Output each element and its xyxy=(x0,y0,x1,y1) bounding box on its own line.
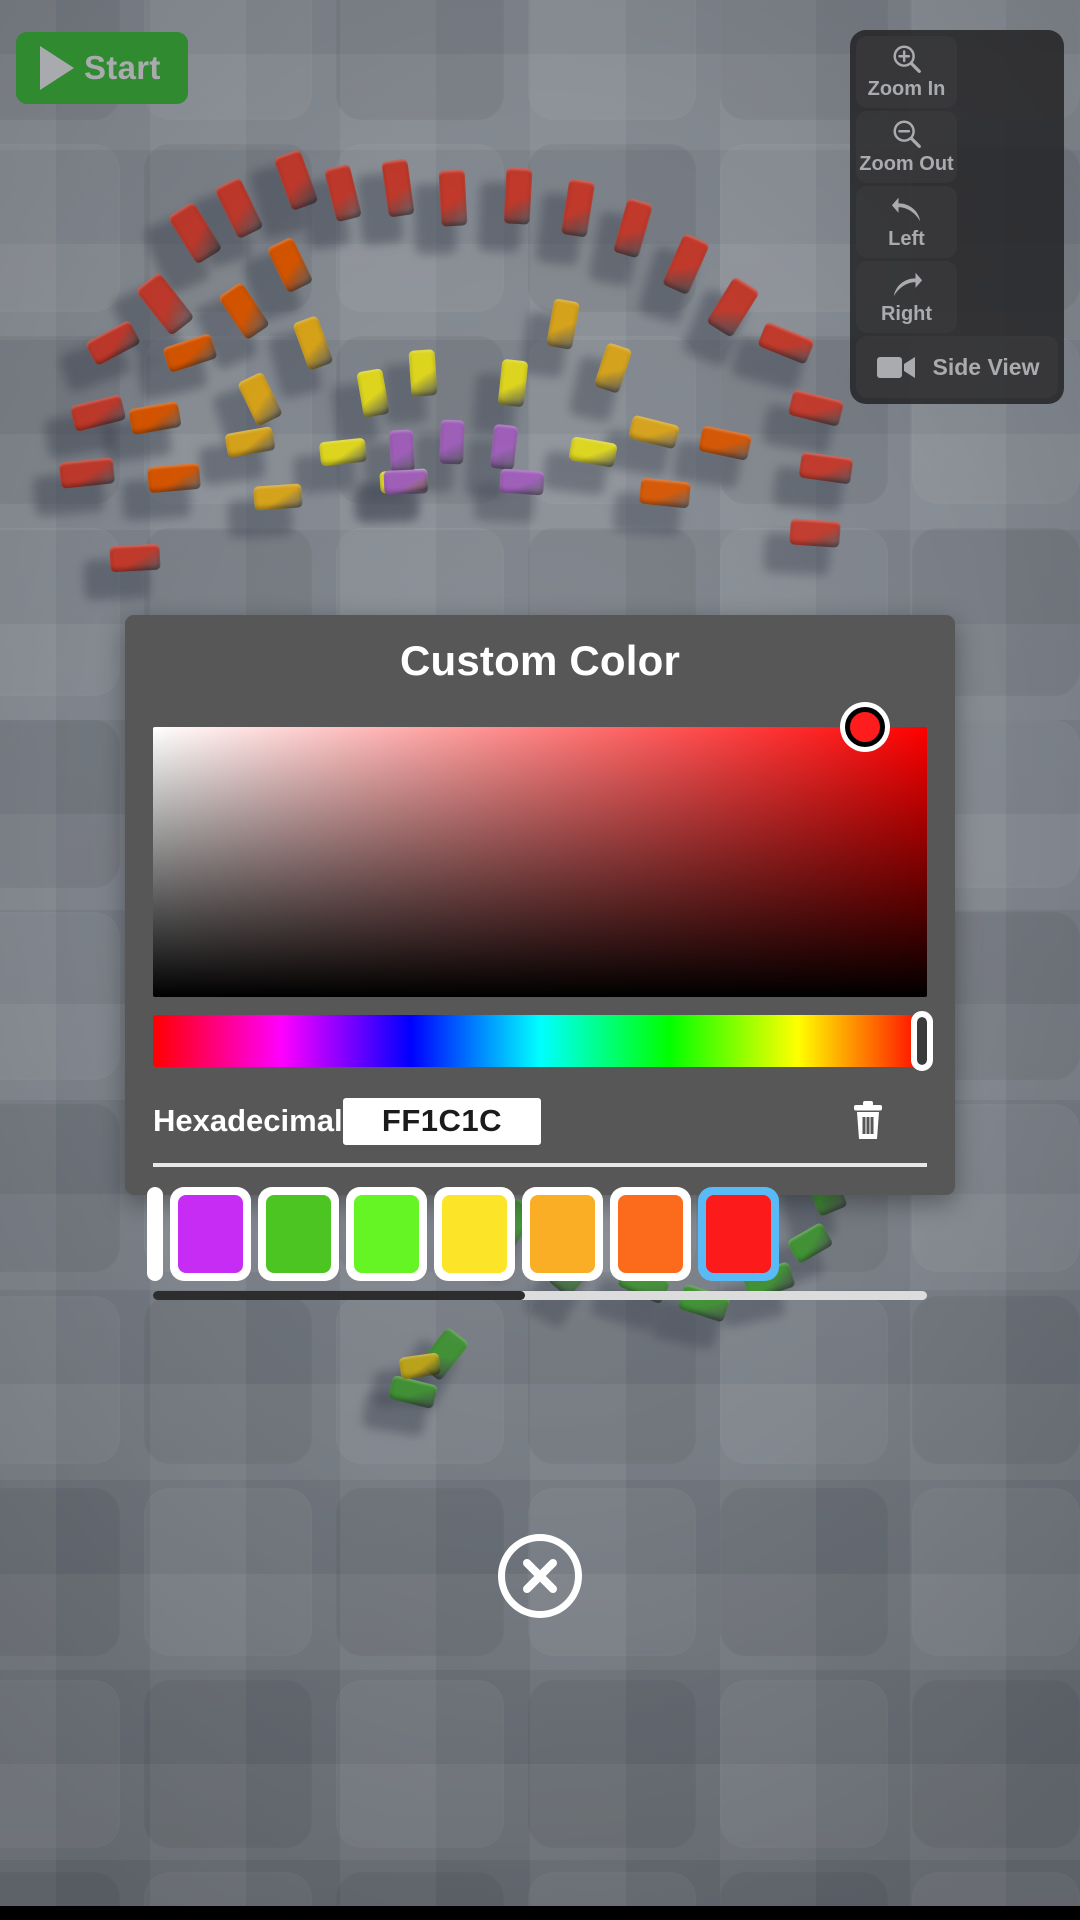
swatch-color-fill xyxy=(178,1195,243,1273)
rotate-left-icon xyxy=(891,197,920,222)
domino xyxy=(503,167,533,225)
color-swatch-strip[interactable] xyxy=(147,1183,933,1285)
domino xyxy=(638,477,692,509)
domino xyxy=(489,423,519,471)
side-view-label: Side View xyxy=(932,353,1040,380)
swatch-partial-left[interactable] xyxy=(147,1187,163,1281)
swatch-scrollbar[interactable] xyxy=(153,1291,927,1300)
swatch-color-fill xyxy=(618,1195,683,1273)
rotate-right-icon xyxy=(893,272,922,297)
domino xyxy=(253,483,303,511)
swatch-color-fill xyxy=(354,1195,419,1273)
zoom-in-button[interactable]: Zoom In xyxy=(856,36,957,108)
saturation-value-picker[interactable] xyxy=(153,707,927,997)
swatch-scrollbar-thumb[interactable] xyxy=(153,1291,525,1300)
zoom-in-icon xyxy=(892,45,921,73)
start-button-label: Start xyxy=(84,49,161,86)
bottom-bar xyxy=(0,1906,1080,1920)
swatch-amber[interactable] xyxy=(522,1187,603,1281)
domino xyxy=(499,468,545,496)
swatch-magenta[interactable] xyxy=(170,1187,251,1281)
swatch-color-fill xyxy=(706,1195,771,1273)
rotate-right-button[interactable]: Right xyxy=(856,261,957,333)
domino xyxy=(318,437,368,467)
hue-slider-handle[interactable] xyxy=(911,1011,933,1071)
domino xyxy=(789,518,841,548)
trash-icon xyxy=(854,1101,882,1139)
swatch-light-green[interactable] xyxy=(346,1187,427,1281)
domino xyxy=(438,169,468,227)
custom-color-dialog: Custom Color Hexadecimal xyxy=(125,615,955,1300)
rotate-left-label: Left xyxy=(888,228,925,250)
domino xyxy=(439,419,465,465)
domino xyxy=(109,543,161,573)
domino xyxy=(408,349,438,397)
camera-control-panel: Zoom In Zoom Out Left Right Side View xyxy=(850,30,1064,404)
swatch-red[interactable] xyxy=(698,1187,779,1281)
swatch-color-fill xyxy=(442,1195,507,1273)
hue-slider[interactable] xyxy=(153,1011,933,1071)
swatch-orange[interactable] xyxy=(610,1187,691,1281)
start-button[interactable]: Start xyxy=(16,32,188,104)
domino xyxy=(388,429,416,473)
domino xyxy=(146,462,202,494)
zoom-out-button[interactable]: Zoom Out xyxy=(856,111,957,183)
sv-picker-handle[interactable] xyxy=(845,707,886,747)
hexadecimal-input[interactable] xyxy=(343,1097,541,1145)
domino xyxy=(383,469,429,495)
video-camera-icon xyxy=(876,357,915,378)
hexadecimal-label: Hexadecimal xyxy=(153,1103,343,1138)
close-button[interactable] xyxy=(498,1534,582,1618)
play-icon xyxy=(40,46,74,90)
domino xyxy=(497,358,529,408)
rotate-left-button[interactable]: Left xyxy=(856,186,957,258)
zoom-out-icon xyxy=(892,120,921,148)
dialog-title: Custom Color xyxy=(399,637,681,684)
dialog-divider xyxy=(153,1163,927,1167)
swatch-yellow[interactable] xyxy=(434,1187,515,1281)
zoom-out-label: Zoom Out xyxy=(859,153,954,175)
zoom-in-label: Zoom In xyxy=(867,78,946,100)
rotate-right-label: Right xyxy=(880,303,933,325)
delete-color-button[interactable] xyxy=(845,1096,891,1146)
close-x-icon xyxy=(523,1559,557,1593)
swatch-green[interactable] xyxy=(258,1187,339,1281)
swatch-color-fill xyxy=(530,1195,595,1273)
swatch-color-fill xyxy=(266,1195,331,1273)
side-view-button[interactable]: Side View xyxy=(856,336,1058,398)
hexadecimal-row: Hexadecimal xyxy=(153,1093,927,1149)
